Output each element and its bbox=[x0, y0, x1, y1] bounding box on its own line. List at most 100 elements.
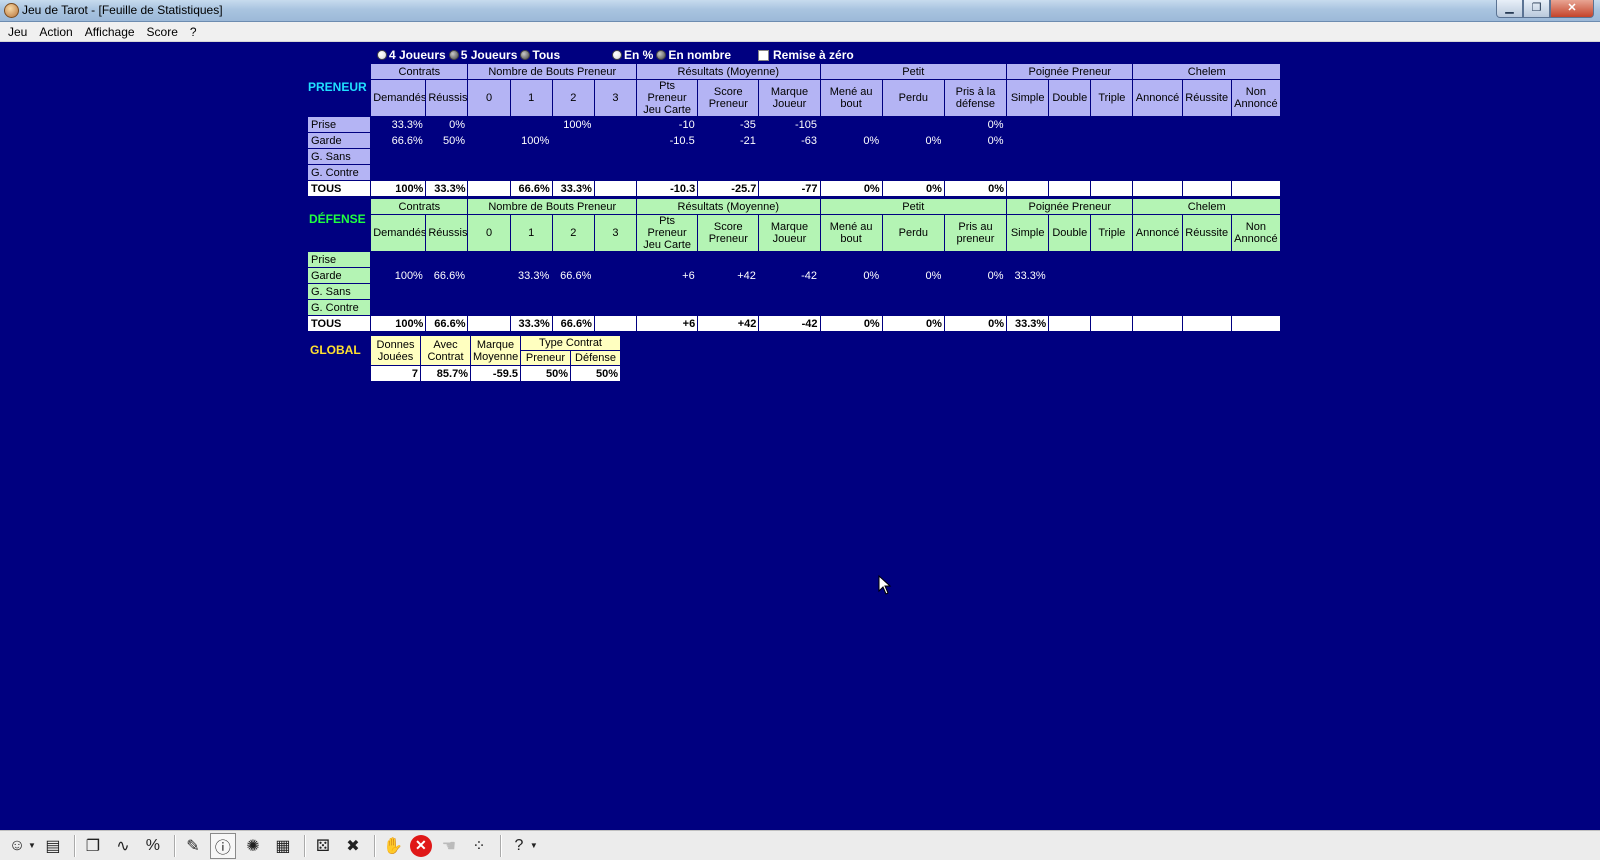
column-header: Réussis bbox=[425, 214, 469, 252]
stat-cell: -63 bbox=[801, 134, 818, 147]
stat-cell: +6 bbox=[682, 269, 695, 282]
stat-cell bbox=[637, 149, 698, 165]
calculator-button[interactable]: ▦ bbox=[270, 833, 296, 859]
stat-cell bbox=[594, 268, 636, 284]
players-table-button[interactable]: ⁘ bbox=[466, 833, 492, 859]
cards-icon: ❐ bbox=[85, 837, 101, 855]
stat-cell bbox=[510, 117, 552, 133]
hint-bulb-button[interactable]: ✺ bbox=[240, 833, 266, 859]
dropdown-arrow-icon[interactable]: ▼ bbox=[28, 841, 36, 850]
stat-cell bbox=[882, 117, 944, 133]
minimize-button[interactable]: ▁ bbox=[1496, 0, 1523, 18]
option-5-joueurs[interactable]: 5 Joueurs bbox=[448, 48, 517, 62]
reset-checkbox[interactable] bbox=[758, 49, 769, 61]
stat-cell bbox=[1091, 133, 1133, 149]
undo-hand-button[interactable]: ☚ bbox=[436, 833, 462, 859]
percent-button[interactable]: % bbox=[140, 833, 166, 859]
stat-cell bbox=[426, 149, 468, 165]
stat-cell bbox=[1049, 300, 1091, 316]
column-header: 3 bbox=[593, 79, 638, 117]
stat-cell bbox=[1182, 165, 1231, 181]
stat-cell bbox=[468, 300, 510, 316]
total-cell: +6 bbox=[636, 315, 699, 332]
stat-cell bbox=[1133, 300, 1182, 316]
help-icon: ? bbox=[514, 836, 524, 854]
global-type-defense: 50% bbox=[569, 365, 622, 382]
cards-button[interactable]: ❐ bbox=[80, 833, 106, 859]
stat-cell: 50% bbox=[442, 134, 465, 147]
delete-sheet-button[interactable]: ✖ bbox=[340, 833, 366, 859]
option-en-nombre[interactable]: En nombre bbox=[656, 48, 731, 62]
option-en-pourcent[interactable]: En % bbox=[612, 48, 653, 62]
stat-cell bbox=[552, 284, 594, 300]
hand-icon: ✋ bbox=[382, 837, 403, 855]
dice-button[interactable]: ⚄ bbox=[310, 833, 336, 859]
score-sheet-button[interactable]: ✎ bbox=[180, 833, 206, 859]
total-label: TOUS bbox=[306, 180, 372, 197]
total-cell: 33.3% bbox=[551, 180, 595, 197]
group-header-bouts: Nombre de Bouts Preneur bbox=[467, 63, 638, 80]
reset-option[interactable]: Remise à zéro bbox=[758, 47, 854, 63]
stat-cell bbox=[1091, 165, 1133, 181]
total-cell: 33.3% bbox=[425, 180, 469, 197]
stat-cell: 0% bbox=[925, 134, 942, 147]
player-avatar-button[interactable]: ☺ bbox=[4, 833, 30, 859]
stat-cell bbox=[759, 284, 820, 300]
stat-cell: 66.6% bbox=[391, 134, 423, 147]
total-cell: 33.3% bbox=[1006, 315, 1050, 332]
stat-cell bbox=[820, 284, 882, 300]
table-row: Prise 33.3% 0% 100% -10 -35 -105 0% bbox=[306, 116, 1281, 133]
menu-action[interactable]: Action bbox=[33, 22, 78, 42]
restore-button[interactable]: ❐ bbox=[1523, 0, 1550, 18]
global-label: GLOBAL bbox=[310, 343, 361, 357]
stat-cell bbox=[510, 165, 552, 181]
hand-button[interactable]: ✋ bbox=[380, 833, 406, 859]
player-avatar-icon: ☺ bbox=[8, 836, 26, 854]
stat-cell bbox=[637, 165, 698, 181]
column-header: 2 bbox=[551, 214, 595, 252]
stat-cell bbox=[882, 149, 944, 165]
total-cell: -25.7 bbox=[697, 180, 760, 197]
info-button[interactable]: ⓘ bbox=[209, 832, 236, 859]
help-button[interactable]: ? bbox=[506, 833, 532, 859]
menu-affichage[interactable]: Affichage bbox=[79, 22, 141, 42]
radio-icon bbox=[520, 50, 531, 60]
total-label: TOUS bbox=[306, 315, 372, 332]
total-row: TOUS 100% 66.6% 33.3% 66.6% +6 +42 -42 0% 0% 0% 33.… bbox=[306, 315, 1282, 332]
stat-cell bbox=[594, 252, 636, 268]
stat-cell bbox=[820, 252, 882, 268]
table-row: Garde 66.6% 50% 100% -10.5 -21 -63 0% 0% 0% bbox=[306, 132, 1281, 149]
stat-cell bbox=[552, 300, 594, 316]
stat-cell bbox=[637, 284, 698, 300]
deck-button[interactable]: ▤ bbox=[40, 833, 66, 859]
dropdown-arrow-icon[interactable]: ▼ bbox=[530, 841, 538, 850]
stat-cell bbox=[1007, 117, 1049, 133]
option-4-joueurs[interactable]: 4 Joueurs bbox=[377, 48, 446, 62]
stat-cell bbox=[1091, 300, 1133, 316]
menu-score[interactable]: Score bbox=[141, 22, 184, 42]
close-button[interactable]: ✕ bbox=[1550, 0, 1594, 18]
total-cell bbox=[593, 315, 638, 332]
stat-cell bbox=[882, 252, 944, 268]
corner-cell bbox=[308, 80, 371, 117]
stat-cell: 33.3% bbox=[1014, 269, 1046, 282]
table-row: Garde 100% 66.6% 33.3% 66.6% +6 +42 -42 0% 0% 0% 33… bbox=[306, 267, 1281, 284]
menu-help[interactable]: ? bbox=[184, 22, 203, 42]
stop-button[interactable]: ✕ bbox=[409, 834, 432, 857]
option-tous[interactable]: Tous bbox=[520, 48, 560, 62]
stat-cell bbox=[1049, 133, 1091, 149]
stat-cell bbox=[1049, 252, 1091, 268]
stat-cell: 66.6% bbox=[433, 269, 465, 282]
menu-jeu[interactable]: Jeu bbox=[2, 22, 33, 42]
stat-cell bbox=[468, 133, 510, 149]
graph-button[interactable]: ∿ bbox=[110, 833, 136, 859]
stat-cell bbox=[426, 165, 468, 181]
column-header: Pris au preneur bbox=[943, 214, 1008, 252]
column-header: Annoncé bbox=[1132, 214, 1183, 252]
stat-cell bbox=[1182, 117, 1231, 133]
column-header: Mené au bout bbox=[819, 79, 883, 117]
stat-cell bbox=[468, 117, 510, 133]
stat-cell bbox=[468, 165, 510, 181]
group-header-resultats: Résultats (Moyenne) bbox=[636, 198, 821, 215]
column-header: Pris à la défense bbox=[943, 79, 1008, 117]
